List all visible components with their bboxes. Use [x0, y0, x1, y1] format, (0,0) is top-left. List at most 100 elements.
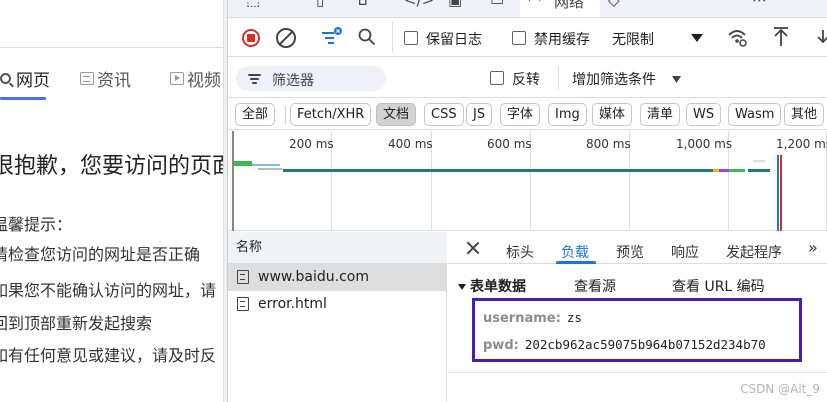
chip-all[interactable]: 全部 — [235, 103, 276, 126]
invert-label: 反转 — [512, 72, 540, 88]
field-value: zs — [566, 310, 582, 325]
chip-doc[interactable]: 文档 — [376, 103, 417, 126]
active-tab-indicator — [556, 261, 596, 264]
chevron-down-icon[interactable] — [672, 76, 681, 83]
tick-label: 200 ms — [289, 137, 334, 151]
filter-toggle-icon[interactable] — [320, 26, 344, 48]
invert-checkbox[interactable] — [490, 71, 504, 85]
chip-css[interactable]: CSS — [424, 103, 464, 126]
elements-icon[interactable]: ⌂ — [358, 0, 368, 9]
resource-type-filters: 全部 Fetch/XHR 文档 CSS JS 字体 Img 媒体 清单 WS W… — [228, 98, 827, 130]
filter-input[interactable]: 筛选器 — [236, 66, 386, 91]
view-url-encoded-link[interactable]: 查看 URL 编码 — [672, 276, 765, 296]
chip-ws[interactable]: WS — [686, 103, 722, 126]
tick-label: 1,200 ms — [776, 137, 827, 151]
tip-line: 如有任何意见或建议，请及时反 — [0, 346, 217, 365]
network-overview-timeline[interactable]: 200 ms 400 ms 600 ms 800 ms 1,000 ms 1,2… — [228, 131, 827, 231]
tip-title: 温馨提示： — [0, 215, 73, 234]
disable-cache-checkbox[interactable] — [512, 31, 526, 45]
tick-label: 400 ms — [388, 137, 433, 151]
field-value: 202cb962ac59075b964b07152d234b70 — [524, 337, 766, 352]
baidu-page: 网页 资讯 视频 很抱歉，您要访问的页面 温馨提示： 请检查您访问的网址是否正确… — [0, 0, 223, 402]
search-icon — [0, 73, 11, 84]
sources-icon[interactable]: </> — [404, 0, 434, 9]
filter-placeholder: 筛选器 — [272, 73, 314, 89]
timeline-bar — [258, 168, 282, 170]
dom-content-loaded-marker — [777, 155, 779, 231]
network-toolbar: 保留日志 禁用缓存 无限制 — [228, 19, 827, 57]
tab-headers[interactable]: 标头 — [506, 242, 534, 262]
field-key: pwd: — [483, 338, 519, 353]
clear-icon[interactable] — [276, 28, 296, 48]
request-name: www.baidu.com — [258, 269, 369, 285]
document-icon — [237, 270, 249, 284]
request-row[interactable]: error.html — [228, 291, 447, 318]
performance-icon[interactable]: ◇ — [608, 0, 620, 9]
memory-icon[interactable]: ▭ — [490, 0, 504, 9]
tab-video[interactable]: 视频 — [170, 66, 221, 91]
request-list: 名称 www.baidu.com error.html — [228, 232, 447, 402]
export-har-icon[interactable] — [816, 28, 827, 48]
filter-icon — [248, 74, 261, 84]
chip-font[interactable]: 字体 — [500, 103, 541, 126]
tab-webpage-label: 网页 — [16, 71, 50, 91]
chip-media[interactable]: 媒体 — [592, 103, 633, 126]
close-icon[interactable] — [466, 241, 480, 255]
tab-response[interactable]: 响应 — [671, 242, 699, 262]
chip-other[interactable]: 其他 — [784, 103, 825, 126]
preserve-log-label: 保留日志 — [426, 32, 482, 48]
throttle-select[interactable]: 无限制 — [612, 29, 654, 49]
timeline-bar — [252, 164, 280, 166]
timeline-bar — [753, 160, 765, 162]
form-field-username: username: zs — [483, 310, 582, 326]
timeline-bar — [283, 169, 713, 172]
tab-webpage[interactable]: 网页 — [0, 66, 50, 91]
chip-wasm[interactable]: Wasm — [728, 103, 782, 126]
detail-tabs: 标头 负载 预览 响应 发起程序 » — [448, 232, 827, 264]
chip-img[interactable]: Img — [548, 103, 587, 126]
tab-payload[interactable]: 负载 — [561, 242, 589, 262]
search-icon[interactable] — [358, 28, 376, 46]
chip-manifest[interactable]: 清单 — [640, 103, 681, 126]
timeline-handle-left[interactable] — [232, 131, 234, 231]
request-detail-panel: 标头 负载 预览 响应 发起程序 » 表单数据 查看源 查看 URL 编码 us… — [448, 232, 827, 402]
chip-js[interactable]: JS — [466, 103, 493, 126]
inspect-icon[interactable]: ⬚ — [246, 0, 260, 9]
chip-fetch-xhr[interactable]: Fetch/XHR — [290, 103, 372, 126]
watermark: CSDN @Alt_9 — [740, 382, 820, 396]
devtools-panel: ⬚ ▯ ⌂ </> ▣ ▭ ◠ 网络 ◇ ⋯ 保留日志 禁用缓存 无限制 筛选器… — [227, 0, 827, 402]
chip-divider — [285, 106, 286, 124]
tab-initiator[interactable]: 发起程序 — [726, 242, 782, 262]
timeline-bar — [748, 169, 770, 172]
video-icon — [170, 72, 184, 85]
active-tab-indicator — [0, 97, 46, 100]
preserve-log-checkbox[interactable] — [404, 31, 418, 45]
timeline-bar — [234, 161, 252, 166]
tab-preview[interactable]: 预览 — [616, 242, 644, 262]
more-filters-dropdown[interactable]: 增加筛选条件 — [572, 69, 656, 89]
timeline-bar — [719, 169, 729, 172]
console-icon[interactable]: ▣ — [448, 0, 462, 9]
search-bar-area[interactable] — [0, 0, 223, 48]
tab-video-label: 视频 — [187, 71, 221, 91]
network-conditions-icon[interactable] — [726, 26, 748, 48]
chevron-down-icon[interactable] — [690, 33, 704, 43]
record-icon[interactable] — [242, 29, 260, 47]
device-icon[interactable]: ▯ — [316, 0, 324, 9]
tip-line: 如果您不能确认访问的网址，请 — [0, 281, 217, 300]
more-tabs-icon[interactable]: » — [808, 238, 818, 257]
view-source-link[interactable]: 查看源 — [574, 276, 616, 296]
tick-label: 600 ms — [487, 137, 532, 151]
filter-bar: 筛选器 反转 增加筛选条件 — [228, 58, 827, 98]
more-tabs-icon[interactable]: ⋯ — [752, 0, 767, 9]
disable-cache-label: 禁用缓存 — [534, 32, 590, 48]
import-har-icon[interactable] — [772, 26, 790, 48]
timeline-bar — [729, 169, 745, 172]
tab-news[interactable]: 资讯 — [80, 66, 131, 91]
load-event-marker — [780, 155, 782, 231]
request-name: error.html — [258, 296, 327, 312]
request-row[interactable]: www.baidu.com — [228, 264, 447, 291]
field-key: username: — [483, 311, 561, 326]
form-data-section-header[interactable]: 表单数据 — [458, 276, 526, 296]
name-column-header[interactable]: 名称 — [228, 232, 447, 264]
